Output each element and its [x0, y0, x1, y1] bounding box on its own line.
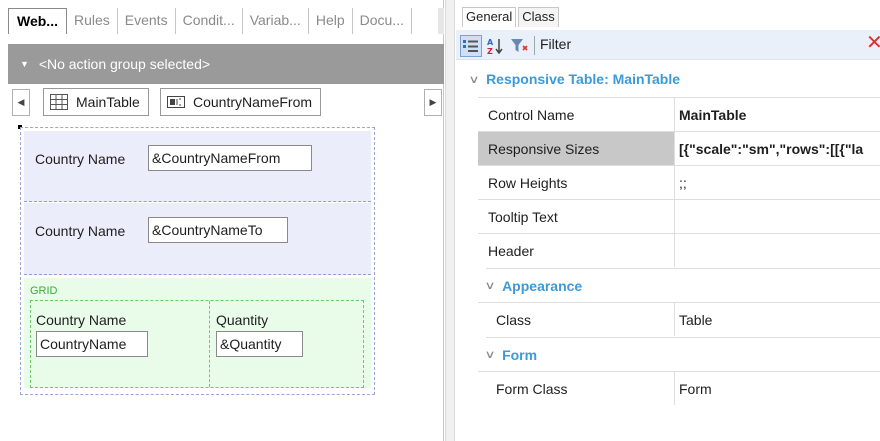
tab-documentation[interactable]: Docu... — [353, 8, 412, 34]
chevron-down-icon: ∨ — [484, 349, 496, 361]
property-value[interactable] — [674, 200, 880, 233]
property-name: Responsive Sizes — [488, 141, 600, 157]
grid[interactable]: Country Name CountryName Quantity &Quant… — [30, 300, 364, 388]
property-name: Form Class — [496, 381, 568, 397]
sort-az-icon[interactable]: A Z — [484, 35, 506, 57]
property-value[interactable]: Form — [674, 372, 880, 405]
editor-tabs: Web... Rules Events Condit... Variab... … — [8, 8, 412, 34]
grid-column-divider — [209, 301, 210, 387]
property-row-responsive-sizes[interactable]: Responsive Sizes [{"scale":"sm","rows":[… — [478, 131, 880, 165]
property-name: Row Heights — [488, 175, 568, 191]
breadcrumb-item-label: CountryNameFrom — [193, 94, 313, 110]
property-name: Tooltip Text — [488, 209, 558, 225]
svg-text:A: A — [487, 38, 494, 47]
section-title: Appearance — [502, 277, 583, 294]
grid-cell-countryname[interactable]: CountryName — [36, 331, 148, 357]
property-name: Header — [488, 243, 534, 259]
property-row-row-heights[interactable]: Row Heights ;; — [478, 165, 880, 199]
property-value[interactable]: ;; — [674, 166, 880, 199]
textbox-icon — [167, 96, 185, 108]
property-value[interactable]: Table — [674, 303, 880, 336]
grid-column-header: Quantity — [216, 312, 269, 328]
property-value[interactable]: [{"scale":"sm","rows":[[{"la — [674, 132, 880, 165]
table-icon — [50, 94, 68, 110]
section-title: Responsive Table: MainTable — [486, 71, 681, 87]
pane-splitter[interactable] — [445, 0, 455, 441]
tab-class[interactable]: Class — [518, 7, 559, 27]
tab-variables[interactable]: Variab... — [243, 8, 309, 34]
breadcrumb-item-maintable[interactable]: MainTable — [43, 88, 149, 116]
breadcrumb-prev-button[interactable]: ◀ — [12, 89, 30, 116]
country-name-label: Country Name — [35, 223, 126, 239]
tab-web[interactable]: Web... — [8, 8, 67, 34]
web-form-editor: Web... Rules Events Condit... Variab... … — [0, 0, 444, 441]
breadcrumb-item-label: MainTable — [76, 94, 140, 110]
tab-conditions[interactable]: Condit... — [176, 8, 243, 34]
country-name-label: Country Name — [35, 151, 126, 167]
tab-rules[interactable]: Rules — [67, 8, 118, 34]
tab-general[interactable]: General — [462, 7, 517, 27]
tab-events[interactable]: Events — [118, 8, 176, 34]
breadcrumb-next-button[interactable]: ▶ — [424, 89, 442, 116]
breadcrumb-item-countrynamefrom[interactable]: CountryNameFrom — [160, 88, 322, 116]
property-row-header[interactable]: Header — [478, 233, 880, 267]
properties-toolbar: A Z Filter ✕ — [456, 30, 880, 60]
chevron-left-icon: ◀ — [17, 97, 25, 107]
table-row[interactable]: Country Name &CountryNameFrom — [24, 131, 371, 202]
property-row-class[interactable]: Class Table — [478, 302, 880, 336]
filter-label[interactable]: Filter — [540, 36, 571, 52]
chevron-down-icon: ∨ — [484, 280, 496, 292]
categorized-icon[interactable] — [460, 35, 482, 57]
country-name-from-input[interactable]: &CountryNameFrom — [148, 145, 312, 171]
property-value[interactable] — [674, 234, 880, 267]
chevron-down-icon: ∨ — [468, 73, 480, 86]
chevron-right-icon: ▶ — [429, 97, 437, 107]
table-row[interactable]: Country Name &CountryNameTo — [24, 203, 371, 275]
grid-cell-quantity[interactable]: &Quantity — [216, 331, 303, 357]
toolbar-separator — [534, 36, 535, 55]
grid-column-header: Country Name — [36, 312, 127, 328]
properties-panel: General Class A Z Filter ✕ ∨ Responsive … — [456, 0, 880, 441]
property-name: Control Name — [488, 107, 575, 123]
section-header-form[interactable]: ∨ Form — [484, 337, 880, 371]
grid-label: GRID — [30, 285, 58, 297]
section-header-responsive-table[interactable]: ∨ Responsive Table: MainTable — [468, 67, 681, 91]
section-title: Form — [502, 346, 538, 363]
country-name-to-input[interactable]: &CountryNameTo — [148, 217, 288, 243]
svg-text:Z: Z — [487, 47, 493, 55]
properties-tabs: General Class — [462, 7, 561, 27]
property-value[interactable]: MainTable — [674, 98, 880, 131]
close-icon[interactable]: ✕ — [866, 33, 880, 53]
responsive-table-maintable[interactable]: Country Name &CountryNameFrom Country Na… — [20, 127, 375, 395]
property-row-tooltip-text[interactable]: Tooltip Text — [478, 199, 880, 233]
section-header-appearance[interactable]: ∨ Appearance — [484, 268, 880, 302]
property-name: Class — [496, 312, 532, 328]
breadcrumb: ◀ MainTable CountryNameFrom ▶ — [8, 86, 444, 118]
filter-icon[interactable] — [508, 35, 530, 57]
action-group-label: <No action group selected> — [38, 56, 211, 72]
property-row-form-class[interactable]: Form Class Form — [478, 371, 880, 405]
tab-help[interactable]: Help — [309, 8, 353, 34]
property-row-control-name[interactable]: Control Name MainTable — [478, 97, 880, 131]
tabs-scroll-edge — [438, 8, 444, 34]
action-group-selector[interactable]: ▼ <No action group selected> — [8, 44, 444, 84]
chevron-down-icon: ▼ — [20, 59, 29, 69]
